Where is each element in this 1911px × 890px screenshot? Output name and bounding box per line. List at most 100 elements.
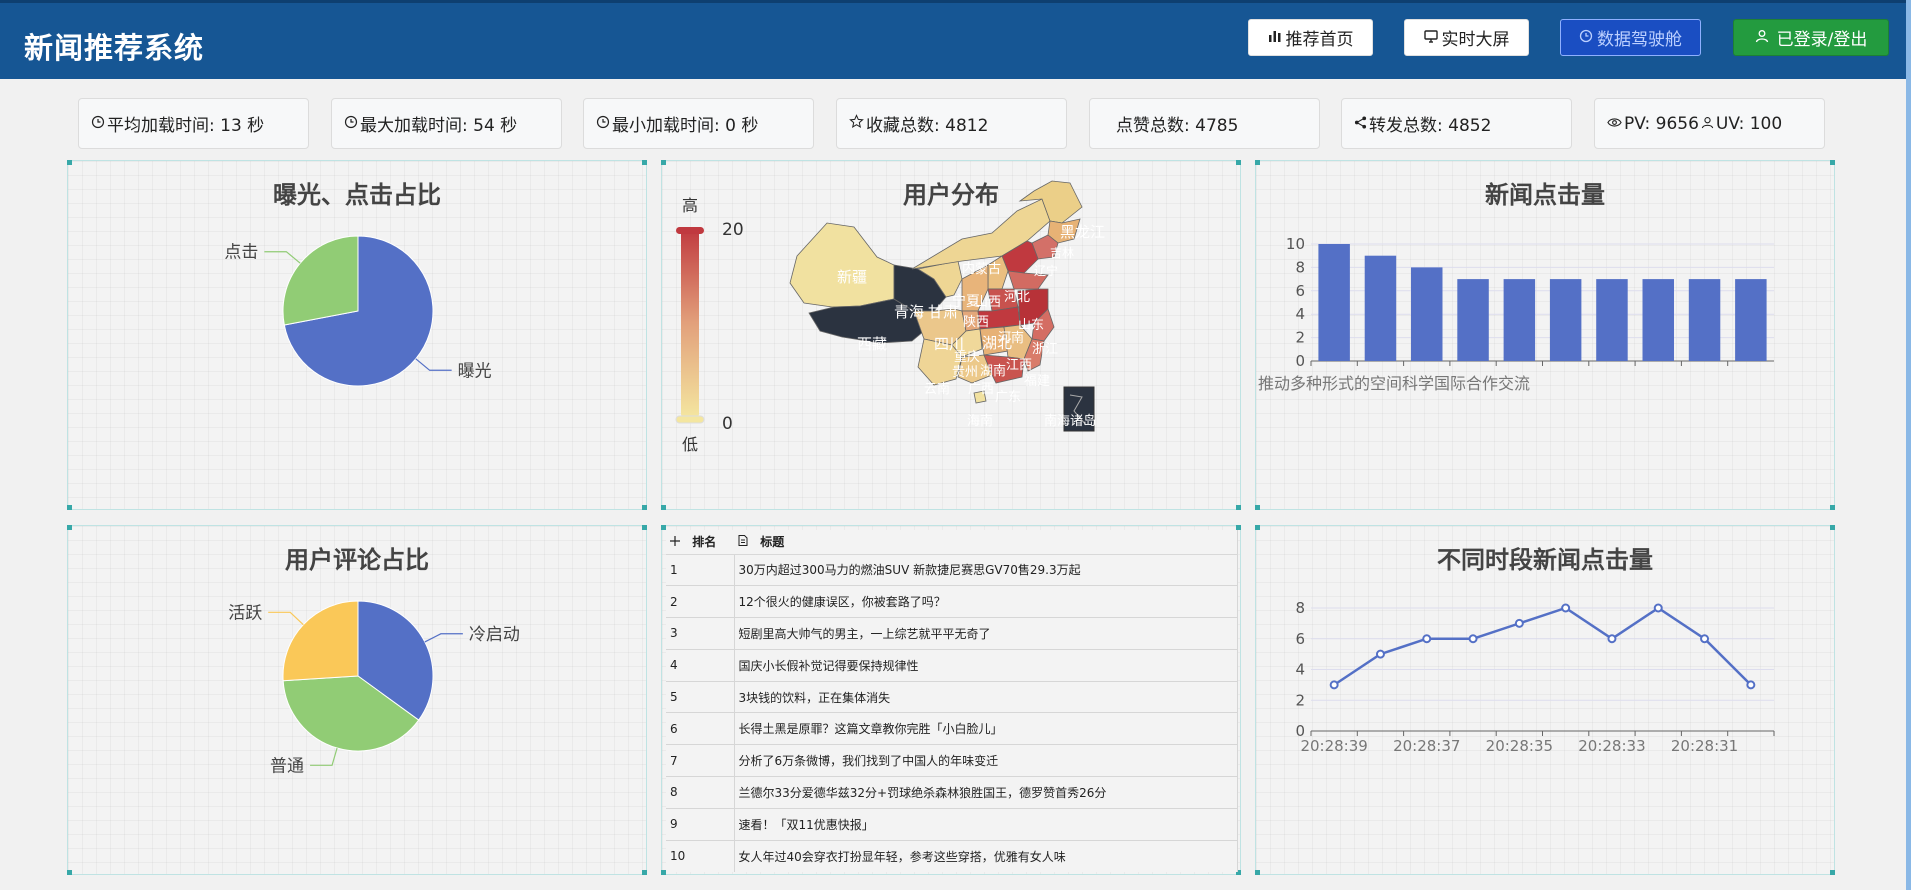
column-header-title[interactable]: 标题 <box>734 530 1238 555</box>
data-point[interactable] <box>1468 634 1478 644</box>
y-tick-label: 8 <box>1295 599 1305 617</box>
clock-icon <box>1579 28 1593 48</box>
title-cell[interactable]: 长得土黑是原罪？这篇文章教你完胜「小白脸儿」 <box>734 712 1238 745</box>
bar[interactable] <box>1688 279 1721 361</box>
title-cell[interactable]: 兰德尔33分爱德华兹32分+罚球绝杀森林狼胜国王，德罗赞首秀26分 <box>734 776 1238 809</box>
panel-user-comments-ratio: 用户评论占比 冷启动 普通 活跃 <box>67 525 647 875</box>
rank-cell: 7 <box>666 744 735 777</box>
x-tick-label: 20:28:39 <box>1300 737 1367 755</box>
nav-label: 已登录/登出 <box>1776 30 1868 50</box>
data-point[interactable] <box>1607 634 1617 644</box>
nav-recommend-home-button[interactable]: 推荐首页 <box>1248 19 1373 56</box>
y-tick-label: 8 <box>1295 258 1305 276</box>
title-cell[interactable]: 3块钱的饮料，正在集体消失 <box>734 680 1238 713</box>
table-row[interactable]: 9 速看！「双11优惠快报」 <box>666 807 1238 841</box>
svg-text:云南: 云南 <box>924 381 950 397</box>
pie-slice[interactable] <box>282 600 359 682</box>
uv-label: UV: 100 <box>1715 113 1783 134</box>
y-tick-label: 2 <box>1295 329 1305 347</box>
bar[interactable] <box>1318 244 1350 361</box>
table-row[interactable]: 1 30万内超过300马力的燃油SUV 新款捷尼赛思GV70售29.3万起 <box>666 553 1238 586</box>
svg-text:江西: 江西 <box>1006 358 1032 373</box>
title-cell[interactable]: 国庆小长假补觉记得要保持规律性 <box>734 648 1238 682</box>
user-icon <box>1755 28 1769 48</box>
data-point[interactable] <box>1375 649 1385 659</box>
bar-chart-icon <box>1268 28 1282 48</box>
bar[interactable] <box>1364 255 1397 361</box>
bar[interactable] <box>1549 279 1582 361</box>
y-tick-label: 2 <box>1295 691 1305 709</box>
pie-label-line <box>310 747 338 766</box>
pie-label: 活跃 <box>228 603 262 623</box>
visual-map-handle-top[interactable] <box>676 227 704 234</box>
table-row[interactable]: 2 12个很火的健康误区，你被套路了吗？ <box>666 585 1238 618</box>
data-point[interactable] <box>1700 634 1710 644</box>
share-icon <box>1354 114 1367 134</box>
table-row[interactable]: 10 女人年过40会穿衣打扮显年轻，参考这些穿搭，优雅有女人味 <box>666 839 1238 872</box>
eye-icon <box>1607 114 1622 134</box>
page-scrollbar[interactable] <box>1906 0 1911 890</box>
title-cell[interactable]: 女人年过40会穿衣打扮显年轻，参考这些穿搭，优雅有女人味 <box>734 839 1238 872</box>
data-point[interactable] <box>1329 680 1339 690</box>
bar[interactable] <box>1503 279 1536 361</box>
data-point[interactable] <box>1746 680 1756 690</box>
top-navbar: 新闻推荐系统 推荐首页 实时大屏 数据驾驶舱 已登录/登出 <box>0 0 1906 79</box>
rank-cell: 1 <box>666 553 735 586</box>
nav-data-cockpit-button[interactable]: 数据驾驶舱 <box>1560 19 1701 56</box>
panel-news-ranking: 排名 标题 1 30万内超过300马力的燃油SUV 新款捷尼赛思GV70售29.3… <box>661 525 1241 875</box>
data-point[interactable] <box>1561 603 1571 613</box>
title-cell[interactable]: 速看！「双11优惠快报」 <box>734 807 1238 841</box>
data-point[interactable] <box>1514 618 1524 628</box>
nav-realtime-screen-button[interactable]: 实时大屏 <box>1404 19 1529 56</box>
stat-pv-uv: PV: 9656 UV: 100 <box>1594 98 1825 149</box>
bar[interactable] <box>1411 267 1443 361</box>
column-header-rank[interactable]: 排名 <box>666 530 734 555</box>
stat-shares-total: 转发总数: 4852 <box>1341 98 1572 149</box>
stat-label: 平均加载时间: 13 秒 <box>107 116 265 136</box>
table-row[interactable]: 8 兰德尔33分爱德华兹32分+罚球绝杀森林狼胜国王，德罗赞首秀26分 <box>666 776 1238 809</box>
data-point[interactable] <box>1422 634 1432 644</box>
table-row[interactable]: 4 国庆小长假补觉记得要保持规律性 <box>666 648 1238 682</box>
nav-label: 实时大屏 <box>1441 30 1510 50</box>
bar[interactable] <box>1457 279 1489 361</box>
svg-text:新疆: 新疆 <box>837 268 867 286</box>
pie-label-line <box>415 358 452 371</box>
table-row[interactable]: 6 长得土黑是原罪？这篇文章教你完胜「小白脸儿」 <box>666 712 1238 745</box>
panel-news-clicks: 新闻点击量 0 2 4 6 8 10 推动多种形式的空间科学国际合作交流 <box>1255 160 1835 510</box>
title-cell[interactable]: 30万内超过300马力的燃油SUV 新款捷尼赛思GV70售29.3万起 <box>734 553 1238 586</box>
stat-avg-load-time: 平均加载时间: 13 秒 <box>78 98 309 149</box>
login-logout-button[interactable]: 已登录/登出 <box>1733 19 1889 56</box>
svg-text:湖南: 湖南 <box>980 363 1006 379</box>
y-tick-label: 6 <box>1295 282 1305 300</box>
news-ranking-table: 排名 标题 1 30万内超过300马力的燃油SUV 新款捷尼赛思GV70售29.3… <box>666 530 1238 872</box>
stat-min-load-time: 最小加载时间: 0 秒 <box>583 98 814 149</box>
title-cell[interactable]: 12个很火的健康误区，你被套路了吗？ <box>734 585 1238 618</box>
pie-label-line <box>264 251 301 264</box>
svg-text:西藏: 西藏 <box>857 335 887 353</box>
svg-text:贵州: 贵州 <box>952 365 978 380</box>
visual-map-legend[interactable]: 高 20 0 低 <box>675 196 744 454</box>
x-tick-label: 20:28:33 <box>1578 737 1645 755</box>
svg-text:山西: 山西 <box>975 295 1001 310</box>
bar[interactable] <box>1735 279 1767 361</box>
clock-icon <box>596 114 610 134</box>
bar[interactable] <box>1596 279 1628 361</box>
svg-text:河北: 河北 <box>1004 290 1030 305</box>
rank-cell: 10 <box>666 839 735 872</box>
data-point[interactable] <box>1653 603 1663 613</box>
visual-map-gradient-bar <box>681 228 699 418</box>
bar[interactable] <box>1642 279 1674 361</box>
table-row[interactable]: 3 短剧里高大帅气的男主，一上综艺就平平无奇了 <box>666 617 1238 650</box>
visual-map-min-label: 0 <box>722 414 733 434</box>
table-row[interactable]: 7 分析了6万条微博，我们找到了中国人的年味变迁 <box>666 744 1238 777</box>
svg-text:辽宁: 辽宁 <box>1034 263 1058 278</box>
title-cell[interactable]: 短剧里高大帅气的男主，一上综艺就平平无奇了 <box>734 617 1238 650</box>
clock-icon <box>91 114 105 134</box>
svg-text:黑龙江: 黑龙江 <box>1060 223 1105 241</box>
title-cell[interactable]: 分析了6万条微博，我们找到了中国人的年味变迁 <box>734 744 1238 777</box>
table-row[interactable]: 5 3块钱的饮料，正在集体消失 <box>666 680 1238 713</box>
stat-label: 最大加载时间: 54 秒 <box>360 116 518 136</box>
pv-label: PV: 9656 <box>1624 113 1699 134</box>
pie-slice[interactable] <box>282 235 359 326</box>
visual-map-handle-bottom[interactable] <box>675 415 705 424</box>
